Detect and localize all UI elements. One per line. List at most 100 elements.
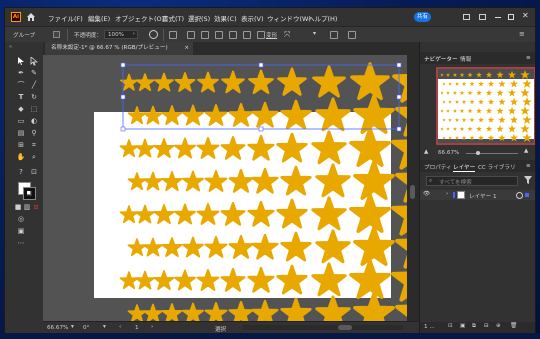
eraser-tool-icon[interactable]: ◆ xyxy=(16,105,26,114)
menu-object[interactable]: オブジェクト(O) xyxy=(115,13,164,23)
star-shape[interactable] xyxy=(282,101,311,128)
more-tools-icon[interactable]: ⋯ xyxy=(16,239,26,248)
star-shape[interactable] xyxy=(317,297,349,321)
star-shape[interactable] xyxy=(206,237,227,257)
close-tab-icon[interactable]: × xyxy=(184,42,189,55)
star-shape[interactable] xyxy=(249,202,274,226)
star-shape[interactable] xyxy=(282,233,311,260)
line-tool-icon[interactable]: ╱ xyxy=(29,81,39,90)
zoom-tool-icon[interactable]: ⌕ xyxy=(29,153,39,162)
menu-select[interactable]: 選択(S) xyxy=(188,13,210,23)
star-shape[interactable] xyxy=(144,305,162,322)
star-shape[interactable] xyxy=(136,272,154,289)
star-shape[interactable] xyxy=(351,129,389,165)
star-shape[interactable] xyxy=(206,171,227,191)
star-shape[interactable] xyxy=(222,203,245,225)
type-tool-icon[interactable]: T xyxy=(16,93,26,102)
horizontal-scrollbar-thumb[interactable] xyxy=(338,325,352,330)
zoom-dropdown-icon[interactable]: ▾ xyxy=(71,324,74,330)
rotation-value[interactable]: 0° xyxy=(83,325,89,331)
menu-effect[interactable]: 効果(C) xyxy=(214,13,237,23)
filter-icon[interactable] xyxy=(524,176,532,186)
none-mode-icon[interactable]: ⧄ xyxy=(31,203,41,212)
edit-toolbar-icon[interactable]: ⊡ xyxy=(29,168,39,177)
star-shape[interactable] xyxy=(144,173,162,190)
star-shape[interactable] xyxy=(154,271,173,289)
star-shape[interactable] xyxy=(175,139,195,158)
star-shape[interactable] xyxy=(162,172,181,190)
star-shape[interactable] xyxy=(313,264,345,295)
star-shape[interactable] xyxy=(230,302,253,321)
star-shape[interactable] xyxy=(278,200,307,227)
star-shape[interactable] xyxy=(120,272,137,288)
curvature-tool-icon[interactable]: ⌒ xyxy=(16,81,26,90)
star-shape[interactable] xyxy=(222,269,245,291)
star-shape[interactable] xyxy=(175,205,195,224)
rotation-dropdown-icon[interactable]: ▾ xyxy=(103,324,106,330)
star-shape[interactable] xyxy=(230,170,253,192)
star-shape[interactable] xyxy=(183,304,203,322)
star-shape[interactable] xyxy=(355,228,393,264)
stroke-swatch[interactable] xyxy=(53,31,60,38)
opacity-input[interactable]: 100% › xyxy=(104,30,138,39)
star-shape[interactable] xyxy=(198,138,219,158)
star-shape[interactable] xyxy=(317,231,349,262)
star-shape[interactable] xyxy=(278,134,307,161)
star-shape[interactable] xyxy=(183,238,203,257)
star-shape[interactable] xyxy=(175,271,195,290)
direct-selection-tool-icon[interactable] xyxy=(29,56,39,66)
rectangle-tool-icon[interactable]: ▭ xyxy=(16,117,26,126)
align-center-icon[interactable] xyxy=(201,31,209,39)
star-shape[interactable] xyxy=(282,167,311,194)
close-window-button[interactable]: ✕ xyxy=(522,11,529,20)
tab-properties[interactable]: プロパティ xyxy=(424,163,452,171)
star-shape[interactable] xyxy=(183,106,203,125)
home-icon[interactable] xyxy=(26,12,36,22)
tab-navigator[interactable]: ナビゲーター xyxy=(424,55,458,63)
star-shape[interactable] xyxy=(198,270,219,290)
arrange-icon[interactable] xyxy=(330,31,338,39)
hand-tool-icon[interactable]: ✋ xyxy=(16,153,26,162)
star-shape[interactable] xyxy=(253,103,278,127)
selection-tool-icon[interactable] xyxy=(16,57,26,66)
star-shape[interactable] xyxy=(183,172,203,191)
star-shape[interactable] xyxy=(352,64,388,98)
star-shape[interactable] xyxy=(154,139,173,157)
recolor-icon[interactable] xyxy=(149,30,158,39)
prev-artboard-icon[interactable]: ‹ xyxy=(119,324,121,330)
document-tab[interactable]: 名称未設定-1* @ 66.67 % (RGB/プレビュー) × xyxy=(45,42,193,55)
star-shape[interactable] xyxy=(249,71,272,93)
help-icon[interactable]: ? xyxy=(16,168,26,177)
zoom-level[interactable]: 66.67% xyxy=(47,325,68,331)
star-shape[interactable] xyxy=(206,303,227,321)
artboard-number[interactable]: 1 xyxy=(135,325,139,331)
horizontal-scrollbar[interactable] xyxy=(243,325,403,330)
chevron-down-icon[interactable]: ▾ xyxy=(313,30,316,37)
workspace-switcher-icon[interactable] xyxy=(479,14,486,20)
star-shape[interactable] xyxy=(351,195,389,231)
layer-name[interactable]: レイヤー 1 xyxy=(469,192,497,200)
star-shape[interactable] xyxy=(128,239,145,255)
star-shape[interactable] xyxy=(230,236,253,258)
isolate-group-icon[interactable]: ⤧ xyxy=(284,30,290,40)
next-artboard-icon[interactable]: › xyxy=(151,324,153,330)
star-shape[interactable] xyxy=(198,204,219,224)
toolbar-collapse-icon[interactable]: « xyxy=(9,44,12,50)
star-shape[interactable] xyxy=(206,105,227,125)
star-shape[interactable] xyxy=(162,106,181,124)
pen-tool-icon[interactable]: ✒ xyxy=(16,69,26,78)
panel-menu-icon[interactable]: ≡ xyxy=(526,163,531,169)
tab-layers[interactable]: レイヤー xyxy=(453,163,476,172)
star-shape[interactable] xyxy=(120,140,137,156)
panel-menu-icon[interactable] xyxy=(348,31,356,39)
delete-layer-icon[interactable]: 🗑 xyxy=(510,323,517,329)
navigator-slider-knob[interactable] xyxy=(476,151,480,155)
navigator-zoom-slider[interactable] xyxy=(466,151,518,155)
draw-mode-icon[interactable]: ◎ xyxy=(16,215,26,224)
tab-info[interactable]: 情報 xyxy=(460,55,471,63)
panel-menu-icon[interactable]: ≡ xyxy=(526,55,531,61)
align-to-icon[interactable] xyxy=(169,31,177,39)
stroke-color-swatch[interactable] xyxy=(23,187,36,200)
menu-view[interactable]: 表示(V) xyxy=(241,13,264,23)
layer-target-icon[interactable] xyxy=(516,192,523,199)
